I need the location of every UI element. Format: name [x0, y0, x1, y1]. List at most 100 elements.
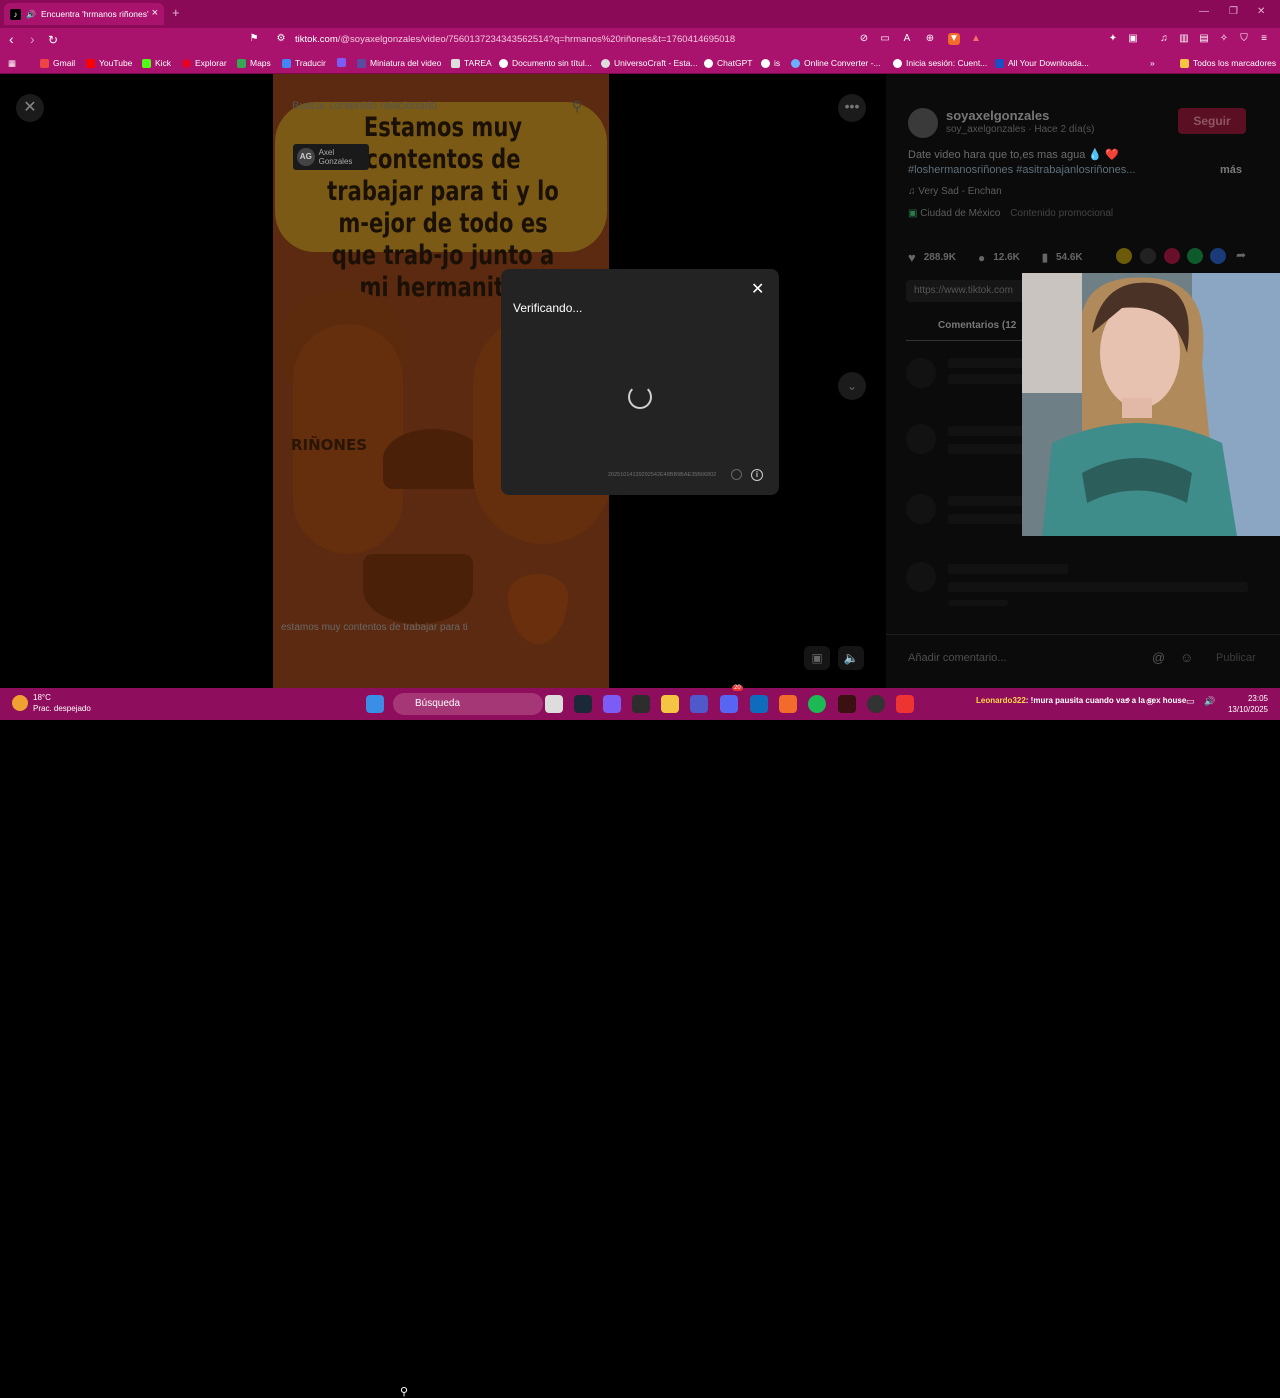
back-icon[interactable]: ‹: [9, 31, 14, 47]
bookmark-maps[interactable]: Maps: [237, 58, 271, 68]
facebook-icon[interactable]: [1210, 248, 1226, 264]
close-video-button[interactable]: ✕: [16, 94, 44, 122]
more-options-button[interactable]: •••: [838, 94, 866, 122]
network-icon[interactable]: ◎: [1146, 696, 1154, 707]
brave-shield-icon[interactable]: ▼: [948, 33, 960, 45]
apps-icon[interactable]: ▦: [8, 58, 16, 69]
minecraft-icon[interactable]: [632, 695, 650, 713]
username[interactable]: soyaxelgonzales: [946, 108, 1049, 123]
share-arrow-icon[interactable]: ➦: [1236, 248, 1246, 262]
bookmark-universocraft[interactable]: UniversoCraft - Esta...: [601, 58, 698, 68]
extensions-icon[interactable]: ✦: [1107, 33, 1119, 45]
mention-icon[interactable]: @: [1152, 650, 1165, 665]
sidebar-icon[interactable]: ▥: [1178, 33, 1190, 45]
embed-icon[interactable]: [1140, 248, 1156, 264]
obs-icon[interactable]: [867, 695, 885, 713]
maximize-icon[interactable]: ❐: [1229, 6, 1238, 17]
translate-icon[interactable]: A: [901, 33, 913, 45]
add-comment-input[interactable]: Añadir comentario...: [908, 652, 1006, 664]
app-icon[interactable]: [838, 695, 856, 713]
site-info-icon[interactable]: ⚙: [275, 33, 287, 45]
comment-icon[interactable]: ●: [978, 251, 985, 265]
emoji-icon[interactable]: ☺: [1180, 650, 1193, 665]
search-icon[interactable]: ⚲: [572, 98, 582, 115]
copilot-icon[interactable]: [603, 695, 621, 713]
zoom-icon[interactable]: ⊕: [924, 33, 936, 45]
teams-icon[interactable]: [690, 695, 708, 713]
close-icon[interactable]: ✕: [751, 279, 764, 299]
save-icon[interactable]: ▮: [1042, 251, 1048, 264]
weather-widget[interactable]: 18°C Prac. despejado: [12, 692, 91, 714]
file-explorer-icon[interactable]: [661, 695, 679, 713]
volume-tray-icon[interactable]: 🔊: [1204, 696, 1215, 707]
recording-app-icon[interactable]: [896, 695, 914, 713]
bookmark-explorar[interactable]: Explorar: [182, 58, 227, 68]
bookmark-gmail[interactable]: Gmail: [40, 58, 75, 68]
pip-button[interactable]: ▣: [804, 646, 830, 670]
discord-icon[interactable]: [720, 695, 738, 713]
forward-icon[interactable]: ›: [30, 31, 35, 47]
steam-icon[interactable]: [574, 695, 592, 713]
publish-button[interactable]: Publicar: [1216, 652, 1256, 664]
reload-icon[interactable]: ↻: [48, 33, 58, 47]
bookmark-miniatura[interactable]: [337, 58, 346, 67]
spotify-icon[interactable]: [808, 695, 826, 713]
bookmark-youtube[interactable]: YouTube: [86, 58, 132, 68]
location-text[interactable]: Ciudad de México: [920, 208, 1000, 219]
more-link[interactable]: más: [1220, 164, 1242, 176]
music-icon[interactable]: ♫: [1158, 33, 1170, 45]
browser-tab[interactable]: ♪ 🔊 Encuentra 'hrmanos riñones' ×: [4, 3, 164, 25]
close-tab-icon[interactable]: ×: [152, 7, 158, 19]
vpn-icon[interactable]: ⛉: [1238, 33, 1250, 45]
share-friends-icon[interactable]: [1116, 248, 1132, 264]
bookmarks-overflow-icon[interactable]: »: [1150, 58, 1155, 68]
clock[interactable]: 23:05 13/10/2025: [1224, 693, 1268, 715]
refresh-icon[interactable]: [731, 469, 742, 480]
bookmark-miniatura-label[interactable]: Miniatura del video: [357, 58, 441, 68]
related-search-input[interactable]: Buscar contenido relacionado: [292, 100, 437, 112]
volume-button[interactable]: 🔈: [838, 646, 864, 670]
next-video-button[interactable]: ⌄: [838, 372, 866, 400]
wallet-icon[interactable]: ▤: [1198, 33, 1210, 45]
repost-icon[interactable]: [1164, 248, 1180, 264]
bookmark-icon[interactable]: ⚑: [248, 33, 260, 45]
bookmark-downloads[interactable]: All Your Downloada...: [995, 58, 1089, 68]
copy-link-field[interactable]: https://www.tiktok.com: [906, 280, 1024, 302]
menu-icon[interactable]: ≡: [1258, 33, 1270, 45]
display-icon[interactable]: ▭: [1186, 696, 1195, 707]
all-bookmarks[interactable]: Todos los marcadores: [1180, 58, 1276, 68]
avatar[interactable]: [908, 108, 938, 138]
task-view-icon[interactable]: [545, 695, 563, 713]
url-field[interactable]: tiktok.com/@soyaxelgonzales/video/756013…: [295, 34, 735, 45]
whatsapp-icon[interactable]: [1187, 248, 1203, 264]
screenshot-icon[interactable]: ▣: [1127, 33, 1139, 45]
heart-icon[interactable]: ♥: [908, 250, 916, 265]
bookmark-is[interactable]: is: [761, 58, 780, 68]
taskbar-search[interactable]: Búsqueda: [393, 693, 543, 715]
minimize-icon[interactable]: —: [1199, 6, 1209, 17]
bookmark-chatgpt[interactable]: ChatGPT: [704, 58, 752, 68]
rewards-icon[interactable]: ▲: [970, 33, 982, 45]
bookmark-documento[interactable]: Documento sin títul...: [499, 58, 592, 68]
tray-chevron-icon[interactable]: ^: [1126, 696, 1130, 706]
comments-tab[interactable]: Comentarios (12: [938, 320, 1016, 331]
hashtags[interactable]: #loshermanosriñones #asitrabajanlosriñon…: [908, 163, 1208, 178]
leo-ai-icon[interactable]: ✧: [1218, 33, 1230, 45]
new-tab-icon[interactable]: +: [172, 5, 180, 20]
no-camera-icon[interactable]: ⊘: [858, 33, 870, 45]
brave-icon[interactable]: [779, 695, 797, 713]
bookmark-inicia-sesion[interactable]: Inicia sesión: Cuent...: [893, 58, 987, 68]
bookmark-kick[interactable]: Kick: [142, 58, 171, 68]
music-row[interactable]: ♫ Very Sad - Enchan: [908, 186, 1002, 197]
outlook-icon[interactable]: [750, 695, 768, 713]
bookmark-tarea[interactable]: TAREA: [451, 58, 492, 68]
start-icon[interactable]: [366, 695, 384, 713]
window-close-icon[interactable]: ✕: [1257, 6, 1265, 17]
info-icon[interactable]: i: [751, 469, 763, 481]
speaker-icon[interactable]: 🔊: [26, 10, 36, 19]
bookmark-converter[interactable]: Online Converter -...: [791, 58, 881, 68]
follow-button[interactable]: Seguir: [1178, 108, 1246, 134]
cast-icon[interactable]: ▭: [879, 33, 891, 45]
bookmark-traducir[interactable]: Traducir: [282, 58, 326, 68]
dialog-title: Verificando...: [513, 301, 583, 315]
